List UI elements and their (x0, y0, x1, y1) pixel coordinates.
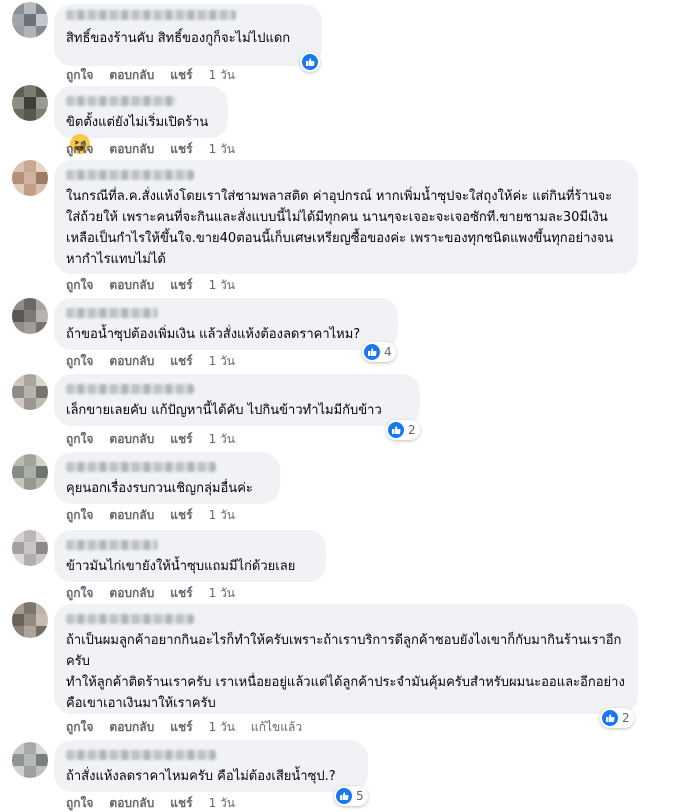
like-button[interactable]: ถูกใจ (66, 352, 93, 371)
thumbs-up-icon (364, 344, 380, 360)
comment-text: คุยนอกเรื่องรบกวนเชิญกลุ่มอื่นค่ะ (66, 481, 253, 496)
comment-bubble: ข้าวมันไก่เขายังให้น้ำซุบแถมมีไก่ด้วยเลย (54, 530, 326, 582)
author-name-blurred[interactable] (66, 170, 194, 180)
comment-timestamp[interactable]: 1 วัน (209, 584, 235, 603)
comment-bubble: สิทธิ์ของร้านคับ สิทธิ์ของกูก็จะไม่ไปแดก (54, 4, 322, 66)
comment-actions: ถูกใจ ตอบกลับ แชร์ 1 วัน (66, 352, 235, 371)
author-name-blurred[interactable] (66, 384, 194, 394)
reply-button[interactable]: ตอบกลับ (109, 352, 154, 371)
share-button[interactable]: แชร์ (170, 66, 192, 85)
comment-text-content: ขิตตั้งแต่ยังไม่เริ่มเปิดร้าน (66, 115, 209, 130)
reply-button[interactable]: ตอบกลับ (109, 430, 154, 449)
reaction-badge[interactable]: 2 (386, 420, 420, 440)
avatar[interactable] (12, 530, 48, 566)
comment-bubble: เล็กขายเลยคับ แก้ปัญหานี้ได้คับ ไปกินข้า… (54, 374, 420, 426)
reply-button[interactable]: ตอบกลับ (109, 506, 154, 525)
comment-actions: ถูกใจ ตอบกลับ แชร์ 1 วัน (66, 430, 235, 449)
comment-bubble: คุยนอกเรื่องรบกวนเชิญกลุ่มอื่นค่ะ (54, 452, 280, 504)
comment-actions: ถูกใจ ตอบกลับ แชร์ 1 วัน (66, 506, 235, 525)
share-button[interactable]: แชร์ (170, 584, 192, 603)
comment-timestamp[interactable]: 1 วัน (209, 140, 235, 159)
comment-bubble: ถ้าสั่งแห้งลดราคาไหมครับ คือไม่ต้องเสียน… (54, 740, 368, 792)
thumbs-up-icon (388, 422, 404, 438)
comment-text: เล็กขายเลยคับ แก้ปัญหานี้ได้คับ ไปกินข้า… (66, 403, 382, 418)
comment-bubble: ในกรณีที่ล.ค.สั่งแห้งโดยเราใส่ชามพลาสติด… (54, 160, 638, 274)
comment-bubble: ขิตตั้งแต่ยังไม่เริ่มเปิดร้าน (54, 86, 228, 154)
comment-text: ในกรณีที่ล.ค.สั่งแห้งโดยเราใส่ชามพลาสติด… (66, 189, 614, 267)
comment-timestamp[interactable]: 1 วัน (209, 430, 235, 449)
avatar[interactable] (12, 454, 48, 490)
reply-button[interactable]: ตอบกลับ (109, 140, 154, 159)
share-button[interactable]: แชร์ (170, 718, 192, 737)
author-name-blurred[interactable] (66, 10, 236, 20)
like-button[interactable]: ถูกใจ (66, 276, 93, 295)
thumbs-up-icon (302, 54, 318, 70)
avatar[interactable] (12, 160, 48, 196)
comment-text: สิทธิ์ของร้านคับ สิทธิ์ของกูก็จะไม่ไปแดก (66, 31, 291, 46)
reaction-badge[interactable]: 4 (362, 342, 396, 362)
author-name-blurred[interactable] (66, 96, 176, 106)
comment-text: ถ้าสั่งแห้งลดราคาไหมครับ คือไม่ต้องเสียน… (66, 769, 336, 784)
reaction-badge[interactable] (300, 52, 320, 72)
thumbs-up-icon (602, 710, 618, 726)
like-button[interactable]: ถูกใจ (66, 584, 93, 603)
comment-actions: ถูกใจ ตอบกลับ แชร์ 1 วัน (66, 794, 235, 812)
author-name-blurred[interactable] (66, 540, 158, 550)
comment-text: ข้าวมันไก่เขายังให้น้ำซุบแถมมีไก่ด้วยเลย (66, 559, 296, 574)
reaction-count: 2 (408, 423, 416, 437)
comment-timestamp[interactable]: 1 วัน (209, 352, 235, 371)
comment-bubble: ถ้าขอน้ำซุปต้องเพิ่มเงิน แล้วสั่งแห้งต้อ… (54, 298, 398, 350)
share-button[interactable]: แชร์ (170, 140, 192, 159)
author-name-blurred[interactable] (66, 750, 216, 760)
thumbs-up-icon (336, 788, 352, 804)
like-button[interactable]: ถูกใจ (66, 506, 93, 525)
comment-actions: ถูกใจ ตอบกลับ แชร์ 1 วัน (66, 66, 235, 85)
reaction-count: 5 (356, 789, 364, 803)
avatar[interactable] (12, 298, 48, 334)
like-button[interactable]: ถูกใจ (66, 430, 93, 449)
comment-actions: ถูกใจ ตอบกลับ แชร์ 1 วัน (66, 276, 235, 295)
share-button[interactable]: แชร์ (170, 794, 192, 812)
avatar[interactable] (12, 85, 48, 121)
like-button[interactable]: ถูกใจ (66, 66, 93, 85)
comment-actions: ถูกใจ ตอบกลับ แชร์ 1 วัน (66, 140, 235, 159)
comment-timestamp[interactable]: 1 วัน (209, 66, 235, 85)
reply-button[interactable]: ตอบกลับ (109, 794, 154, 812)
comment-text: ถ้าเป็นผมลูกค้าอยากกินอะไรก็ทำให้ครับเพร… (66, 633, 625, 711)
reaction-badge[interactable]: 2 (600, 708, 634, 728)
like-button[interactable]: ถูกใจ (66, 718, 93, 737)
comment-timestamp[interactable]: 1 วัน (209, 718, 235, 737)
avatar[interactable] (12, 2, 48, 38)
comment-bubble: ถ้าเป็นผมลูกค้าอยากกินอะไรก็ทำให้ครับเพร… (54, 604, 638, 714)
avatar[interactable] (12, 374, 48, 410)
comment-actions: ถูกใจ ตอบกลับ แชร์ 1 วัน แก้ไขแล้ว (66, 718, 302, 737)
author-name-blurred[interactable] (66, 614, 194, 624)
reply-button[interactable]: ตอบกลับ (109, 66, 154, 85)
reaction-count: 4 (384, 345, 392, 359)
avatar[interactable] (12, 742, 48, 778)
reply-button[interactable]: ตอบกลับ (109, 584, 154, 603)
reply-button[interactable]: ตอบกลับ (109, 276, 154, 295)
like-button[interactable]: ถูกใจ (66, 140, 93, 159)
comment-timestamp[interactable]: 1 วัน (209, 506, 235, 525)
comment-text: ถ้าขอน้ำซุปต้องเพิ่มเงิน แล้วสั่งแห้งต้อ… (66, 327, 361, 342)
share-button[interactable]: แชร์ (170, 506, 192, 525)
share-button[interactable]: แชร์ (170, 352, 192, 371)
comment-timestamp[interactable]: 1 วัน (209, 794, 235, 812)
comment-timestamp[interactable]: 1 วัน (209, 276, 235, 295)
edited-label[interactable]: แก้ไขแล้ว (251, 718, 302, 737)
reaction-badge[interactable]: 5 (334, 786, 368, 806)
share-button[interactable]: แชร์ (170, 430, 192, 449)
reaction-count: 2 (622, 711, 630, 725)
avatar[interactable] (12, 602, 48, 638)
author-name-blurred[interactable] (66, 308, 158, 318)
like-button[interactable]: ถูกใจ (66, 794, 93, 812)
author-name-blurred[interactable] (66, 462, 216, 472)
share-button[interactable]: แชร์ (170, 276, 192, 295)
comment-actions: ถูกใจ ตอบกลับ แชร์ 1 วัน (66, 584, 235, 603)
reply-button[interactable]: ตอบกลับ (109, 718, 154, 737)
